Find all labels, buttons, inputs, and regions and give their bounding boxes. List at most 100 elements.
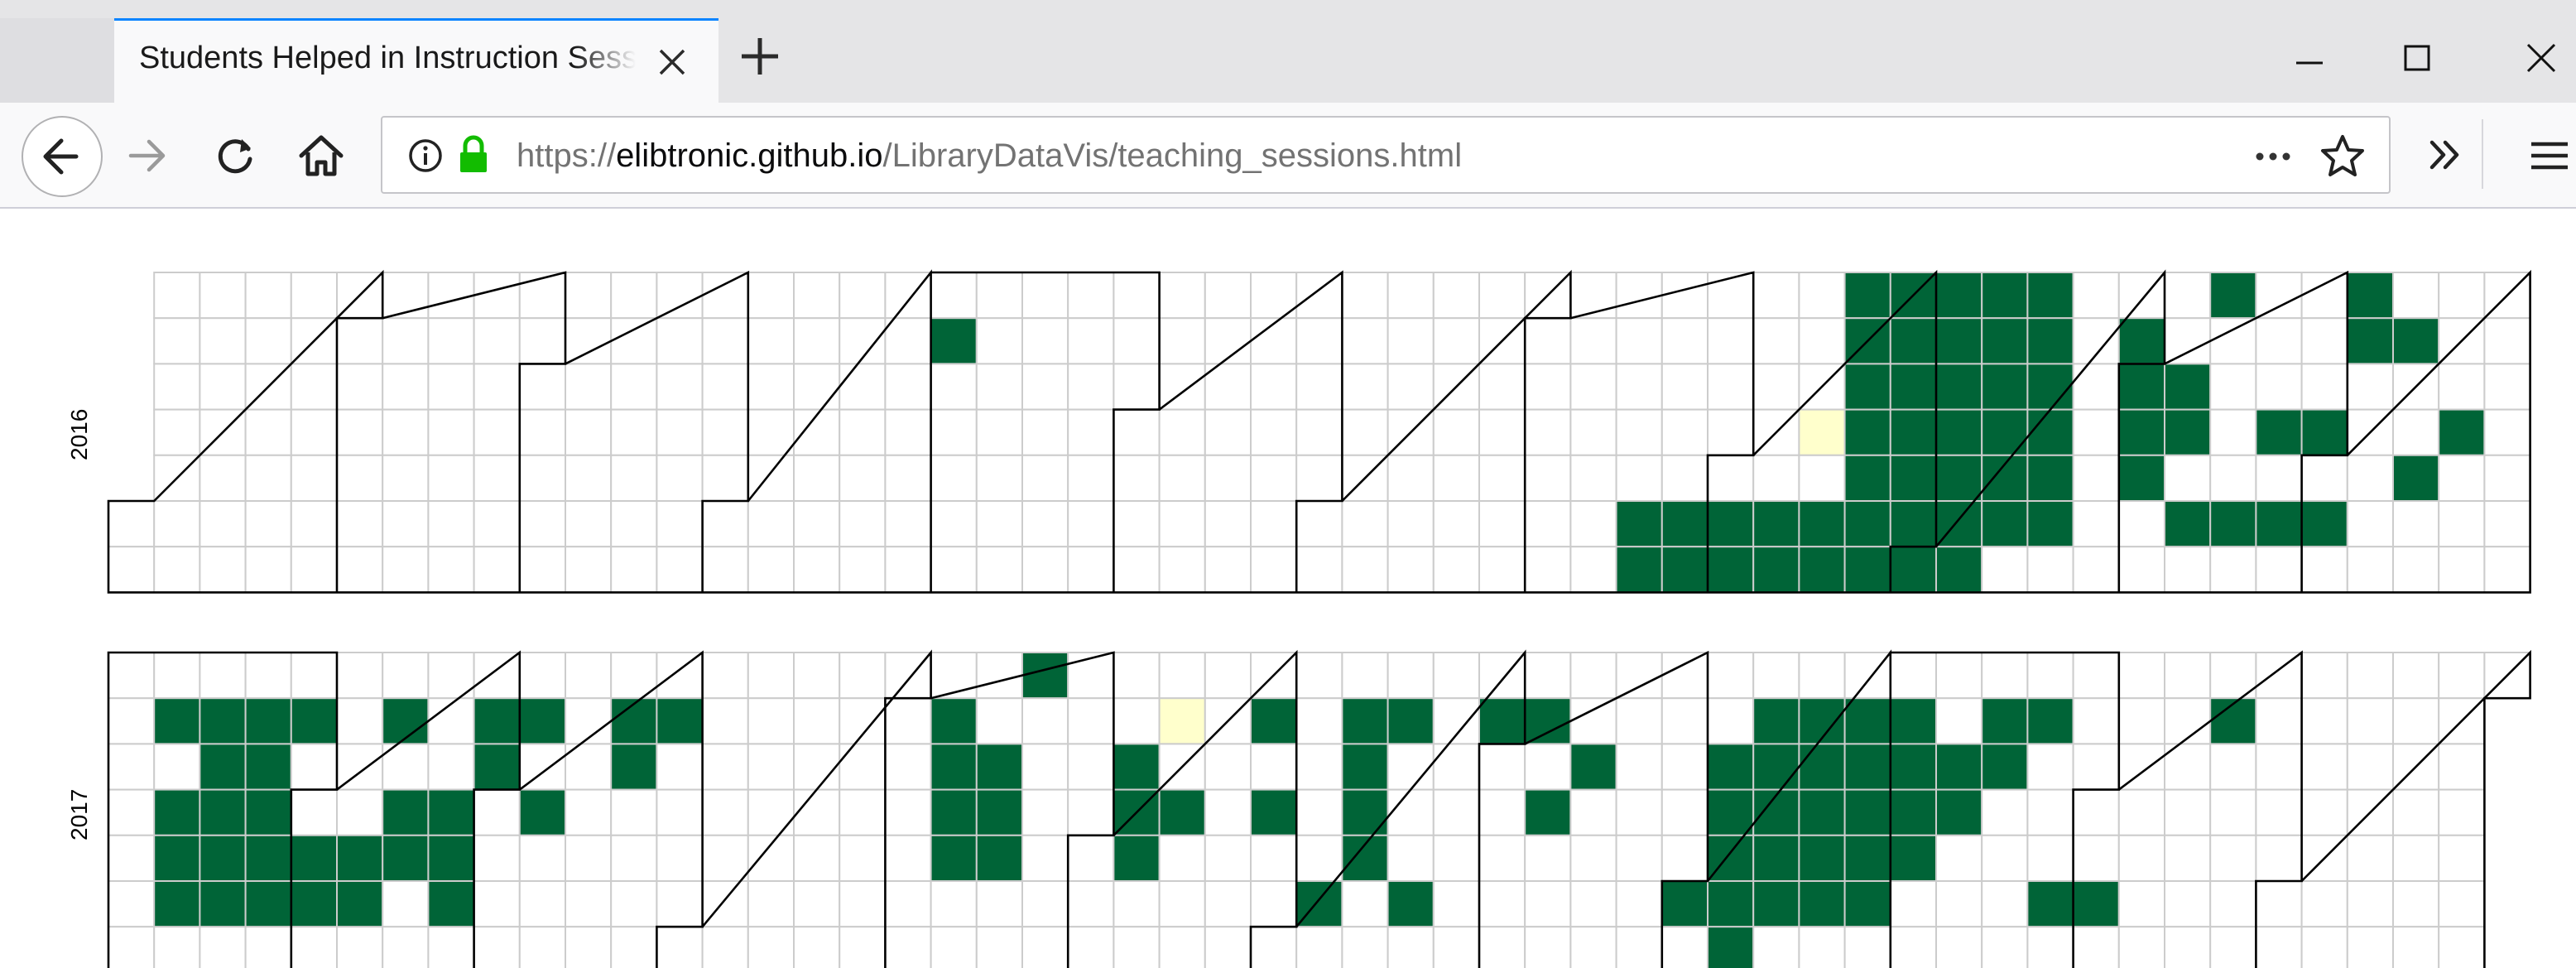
day-cell[interactable]: [610, 500, 658, 548]
day-cell[interactable]: [930, 408, 978, 456]
day-cell[interactable]: [1889, 363, 1938, 411]
day-cell[interactable]: [701, 788, 749, 836]
day-cell[interactable]: [2117, 697, 2166, 745]
day-cell[interactable]: [793, 546, 841, 594]
day-cell[interactable]: [1387, 880, 1435, 928]
day-cell[interactable]: [382, 834, 430, 882]
day-cell[interactable]: [1569, 697, 1617, 745]
day-cell[interactable]: [610, 880, 658, 928]
day-cell[interactable]: [427, 788, 475, 836]
day-cell[interactable]: [2346, 500, 2395, 548]
day-cell[interactable]: [1295, 272, 1343, 320]
day-cell[interactable]: [1798, 743, 1846, 791]
day-cell[interactable]: [793, 317, 841, 365]
day-cell[interactable]: [1569, 743, 1617, 791]
day-cell[interactable]: [975, 788, 1024, 836]
day-cell[interactable]: [2117, 834, 2166, 882]
forward-arrow-icon[interactable]: [123, 131, 172, 185]
day-cell[interactable]: [1158, 926, 1206, 968]
day-cell[interactable]: [1113, 317, 1161, 365]
day-cell[interactable]: [108, 500, 156, 548]
day-cell[interactable]: [1524, 408, 1572, 456]
day-cell[interactable]: [336, 788, 384, 836]
day-cell[interactable]: [2300, 363, 2348, 411]
day-cell[interactable]: [1113, 652, 1161, 700]
day-cell[interactable]: [1295, 834, 1343, 882]
day-cell[interactable]: [2072, 926, 2120, 968]
day-cell[interactable]: [427, 743, 475, 791]
day-cell[interactable]: [747, 834, 795, 882]
day-cell[interactable]: [244, 500, 292, 548]
day-cell[interactable]: [1843, 880, 1891, 928]
day-cell[interactable]: [975, 834, 1024, 882]
day-cell[interactable]: [473, 272, 521, 320]
day-cell[interactable]: [839, 454, 887, 502]
day-cell[interactable]: [2438, 652, 2486, 700]
day-cell[interactable]: [2209, 500, 2257, 548]
day-cell[interactable]: [1981, 697, 2029, 745]
day-cell[interactable]: [1067, 926, 1115, 968]
day-cell[interactable]: [1021, 454, 1069, 502]
day-cell[interactable]: [1524, 652, 1572, 700]
day-cell[interactable]: [1798, 652, 1846, 700]
day-cell[interactable]: [244, 317, 292, 365]
day-cell[interactable]: [565, 272, 613, 320]
day-cell[interactable]: [839, 546, 887, 594]
day-cell[interactable]: [1387, 652, 1435, 700]
day-cell[interactable]: [2255, 408, 2303, 456]
day-cell[interactable]: [1615, 652, 1663, 700]
day-cell[interactable]: [2255, 652, 2303, 700]
day-cell[interactable]: [290, 272, 338, 320]
day-cell[interactable]: [2026, 546, 2074, 594]
day-cell[interactable]: [427, 272, 475, 320]
day-cell[interactable]: [1752, 697, 1800, 745]
day-cell[interactable]: [747, 408, 795, 456]
day-cell[interactable]: [1021, 317, 1069, 365]
day-cell[interactable]: [2346, 697, 2395, 745]
day-cell[interactable]: [199, 697, 247, 745]
day-cell[interactable]: [747, 880, 795, 928]
day-cell[interactable]: [382, 546, 430, 594]
day-cell[interactable]: [1935, 743, 1983, 791]
day-cell[interactable]: [108, 788, 156, 836]
day-cell[interactable]: [1615, 363, 1663, 411]
day-cell[interactable]: [1432, 546, 1481, 594]
day-cell[interactable]: [1660, 408, 1709, 456]
day-cell[interactable]: [1158, 652, 1206, 700]
day-cell[interactable]: [1889, 454, 1938, 502]
day-cell[interactable]: [1843, 454, 1891, 502]
day-cell[interactable]: [2300, 454, 2348, 502]
day-cell[interactable]: [2209, 363, 2257, 411]
day-cell[interactable]: [1660, 697, 1709, 745]
day-cell[interactable]: [565, 880, 613, 928]
day-cell[interactable]: [2438, 834, 2486, 882]
day-cell[interactable]: [2164, 408, 2212, 456]
day-cell[interactable]: [1752, 546, 1800, 594]
day-cell[interactable]: [1113, 743, 1161, 791]
day-cell[interactable]: [244, 880, 292, 928]
day-cell[interactable]: [153, 834, 201, 882]
day-cell[interactable]: [1889, 408, 1938, 456]
day-cell[interactable]: [1569, 926, 1617, 968]
reload-icon[interactable]: [210, 131, 260, 185]
day-cell[interactable]: [1113, 546, 1161, 594]
day-cell[interactable]: [1981, 363, 2029, 411]
day-cell[interactable]: [2300, 408, 2348, 456]
day-cell[interactable]: [382, 454, 430, 502]
day-cell[interactable]: [884, 880, 932, 928]
day-cell[interactable]: [839, 697, 887, 745]
day-cell[interactable]: [747, 743, 795, 791]
day-cell[interactable]: [1524, 317, 1572, 365]
day-cell[interactable]: [1524, 926, 1572, 968]
day-cell[interactable]: [108, 697, 156, 745]
day-cell[interactable]: [2026, 500, 2074, 548]
day-cell[interactable]: [1569, 363, 1617, 411]
day-cell[interactable]: [2164, 546, 2212, 594]
day-cell[interactable]: [1889, 317, 1938, 365]
day-cell[interactable]: [1660, 363, 1709, 411]
day-cell[interactable]: [2209, 880, 2257, 928]
day-cell[interactable]: [2072, 500, 2120, 548]
day-cell[interactable]: [1341, 317, 1389, 365]
day-cell[interactable]: [518, 500, 566, 548]
day-cell[interactable]: [1250, 926, 1298, 968]
